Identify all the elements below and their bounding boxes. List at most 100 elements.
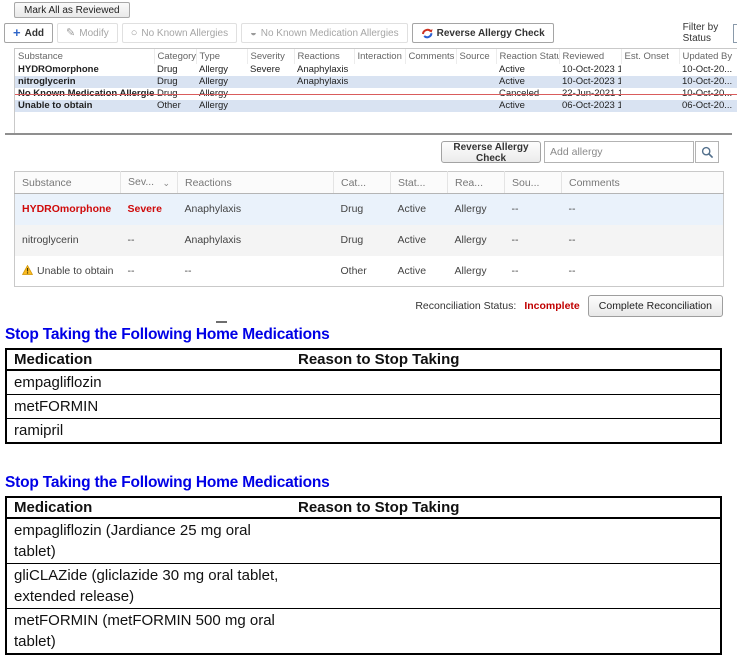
col-source[interactable]: Sou...	[505, 172, 562, 194]
col-interaction[interactable]: Interaction	[354, 49, 405, 64]
allergy-grid-row[interactable]: Unable to obtainOtherAllergyActive06-Oct…	[15, 100, 737, 112]
add-allergy-input[interactable]	[544, 141, 694, 163]
col-reason-to-stop: Reason to Stop Taking	[291, 497, 721, 518]
reconciliation-status-bar: Reconciliation Status: Incomplete Comple…	[415, 295, 723, 317]
grid-cell	[456, 76, 496, 88]
grid-cell: Active	[496, 76, 559, 88]
col-substance[interactable]: Substance	[15, 172, 121, 194]
add-button[interactable]: + Add	[4, 23, 53, 43]
stop-taking-table-1: Medication Reason to Stop Taking empagli…	[5, 348, 722, 444]
category-cell: Drug	[334, 225, 391, 256]
grid-cell: 10-Oct-20...	[679, 64, 737, 76]
recon-table-row[interactable]: nitroglycerin--AnaphylaxisDrugActiveAlle…	[15, 225, 724, 256]
mark-all-reviewed-button[interactable]: Mark All as Reviewed	[14, 2, 130, 18]
grid-cell: Severe	[247, 64, 294, 76]
canceled-strikethrough-line	[15, 94, 737, 95]
col-substance[interactable]: Substance	[15, 49, 154, 64]
reverse-allergy-check-button-2[interactable]: Reverse Allergy Check	[441, 141, 541, 163]
reconciliation-status-value: Incomplete	[524, 300, 579, 312]
col-status[interactable]: Stat...	[391, 172, 448, 194]
report-header-row: Medication Reason to Stop Taking	[6, 497, 721, 518]
status-cell: Active	[391, 194, 448, 225]
reason-cell	[291, 370, 721, 395]
col-severity[interactable]: Severity	[247, 49, 294, 64]
reverse-allergy-check-button[interactable]: Reverse Allergy Check	[412, 23, 554, 43]
reverse-allergy-check-label: Reverse Allergy Check	[437, 28, 545, 39]
warning-icon	[22, 265, 33, 275]
col-reaction-type[interactable]: Rea...	[448, 172, 505, 194]
grid-cell: Anaphylaxis	[294, 76, 354, 88]
recon-table-row[interactable]: HYDROmorphoneSevereAnaphylaxisDrugActive…	[15, 194, 724, 225]
grid-cell	[405, 76, 456, 88]
grid-cell	[405, 100, 456, 112]
stop-taking-table-2: Medication Reason to Stop Taking empagli…	[5, 496, 722, 655]
allergy-grid-row[interactable]: HYDROmorphoneDrugAllergySevereAnaphylaxi…	[15, 64, 737, 76]
medication-cell: ramipril	[6, 419, 291, 444]
col-reactions[interactable]: Reactions	[294, 49, 354, 64]
col-reason-to-stop: Reason to Stop Taking	[291, 349, 721, 370]
reactions-cell: --	[178, 256, 334, 287]
grid-cell	[456, 100, 496, 112]
allergy-grid: Substance Category Type Severity Reactio…	[14, 48, 737, 133]
reason-cell	[291, 609, 721, 655]
grid-cell	[354, 64, 405, 76]
no-known-medication-allergies-button[interactable]: ◒ No Known Medication Allergies	[241, 23, 408, 43]
reconciliation-status-label: Reconciliation Status:	[415, 300, 516, 312]
chevron-down-icon[interactable]: ⌄	[162, 178, 170, 189]
grid-cell: Allergy	[196, 100, 247, 112]
grid-cell: 10-Oct-2023 1...	[559, 64, 621, 76]
grid-cell: Drug	[154, 64, 196, 76]
medication-row: empagliflozin (Jardiance 25 mg oral tabl…	[6, 518, 721, 564]
stop-taking-title-1: Stop Taking the Following Home Medicatio…	[5, 326, 330, 344]
col-reviewed[interactable]: Reviewed	[559, 49, 621, 64]
col-category[interactable]: Category	[154, 49, 196, 64]
col-source[interactable]: Source	[456, 49, 496, 64]
search-button[interactable]	[695, 141, 719, 163]
reason-cell	[291, 518, 721, 564]
grid-cell: Other	[154, 100, 196, 112]
pencil-icon: ✎	[66, 28, 75, 38]
col-type[interactable]: Type	[196, 49, 247, 64]
medication-row: gliCLAZide (gliclazide 30 mg oral tablet…	[6, 564, 721, 609]
recon-table-row[interactable]: Unable to obtain----OtherActiveAllergy--…	[15, 256, 724, 287]
grid-cell	[354, 100, 405, 112]
no-known-allergies-button[interactable]: ○ No Known Allergies	[122, 23, 237, 43]
grid-cell	[247, 76, 294, 88]
complete-reconciliation-button[interactable]: Complete Reconciliation	[588, 295, 723, 317]
col-updated-by[interactable]: Updated By	[679, 49, 737, 64]
allergy-grid-row[interactable]: nitroglycerinDrugAllergyAnaphylaxisActiv…	[15, 76, 737, 88]
filter-status-select[interactable]: All ⌄	[733, 24, 737, 43]
modify-button[interactable]: ✎ Modify	[57, 23, 118, 43]
medication-row: metFORMIN	[6, 395, 721, 419]
col-comments[interactable]: Comments	[562, 172, 724, 194]
grid-cell: 10-Oct-20...	[679, 76, 737, 88]
search-icon	[701, 146, 714, 159]
col-reaction-status[interactable]: Reaction Status	[496, 49, 559, 64]
col-comments[interactable]: Comments	[405, 49, 456, 64]
reactions-cell: Anaphylaxis	[178, 194, 334, 225]
substance-cell: Unable to obtain	[15, 256, 121, 287]
substance-cell: HYDROmorphone	[15, 64, 154, 76]
reason-cell	[291, 419, 721, 444]
grid-cell	[621, 64, 679, 76]
allergy-grid-body: HYDROmorphoneDrugAllergySevereAnaphylaxi…	[15, 64, 737, 112]
collapsed-scrollbar-dash	[216, 321, 227, 323]
grid-cell	[405, 64, 456, 76]
substance-cell: nitroglycerin	[15, 76, 154, 88]
substance-cell: nitroglycerin	[15, 225, 121, 256]
reaction-type-cell: Allergy	[448, 225, 505, 256]
filter-by-status-group: Filter by Status All ⌄	[683, 22, 737, 44]
col-reactions[interactable]: Reactions	[178, 172, 334, 194]
grid-cell: Active	[496, 64, 559, 76]
col-category[interactable]: Cat...	[334, 172, 391, 194]
col-severity[interactable]: Sev...⌄	[121, 172, 178, 194]
source-cell: --	[505, 256, 562, 287]
grid-cell: 06-Oct-2023 1...	[559, 100, 621, 112]
filter-by-status-label: Filter by Status	[683, 22, 727, 44]
report2-body: empagliflozin (Jardiance 25 mg oral tabl…	[6, 518, 721, 654]
grid-cell: Allergy	[196, 64, 247, 76]
status-cell: Active	[391, 225, 448, 256]
report-header-row: Medication Reason to Stop Taking	[6, 349, 721, 370]
reaction-type-cell: Allergy	[448, 256, 505, 287]
col-est-onset[interactable]: Est. Onset	[621, 49, 679, 64]
